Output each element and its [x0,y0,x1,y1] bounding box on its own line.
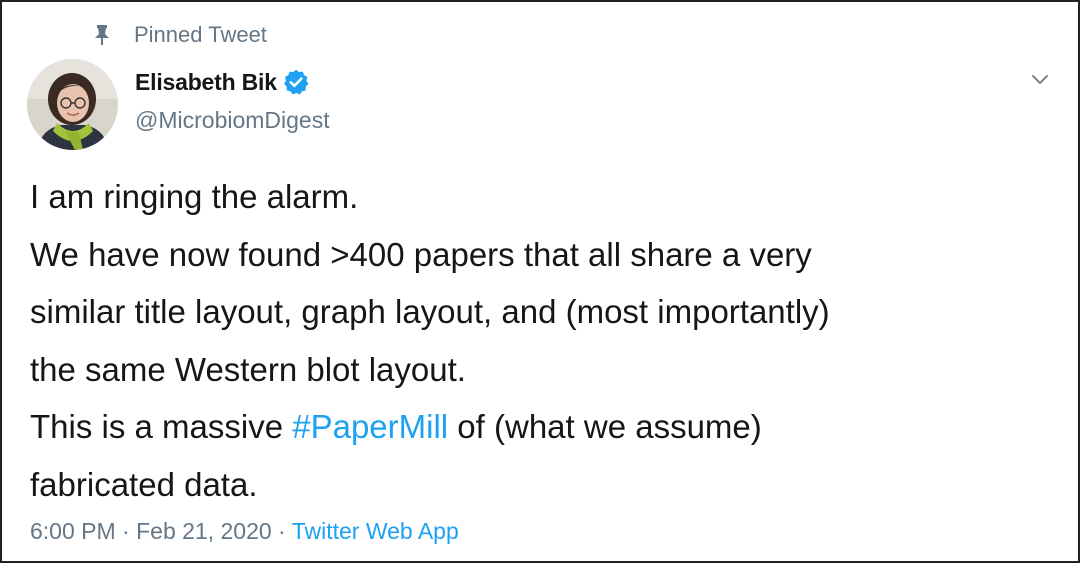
separator: · [271,518,292,544]
avatar-photo [27,59,118,150]
tweet-line: the same Western blot layout. [30,350,466,388]
author-name-row[interactable]: Elisabeth Bik [135,68,310,96]
display-name[interactable]: Elisabeth Bik [135,69,277,96]
avatar[interactable] [27,59,118,150]
chevron-down-icon[interactable] [1028,68,1052,92]
tweet-source-link[interactable]: Twitter Web App [292,518,459,544]
hashtag-link[interactable]: #PaperMill [292,408,448,445]
tweet-text-segment: of (what we assume) [448,408,762,445]
pin-icon [95,25,109,45]
tweet-metadata: 6:00 PM · Feb 21, 2020 · Twitter Web App [30,518,459,545]
separator: · [115,518,137,544]
tweet-text-segment: This is a massive [30,408,293,445]
tweet-line: I am ringing the alarm. [30,178,359,215]
tweet-text: I am ringing the alarm. We have now foun… [30,168,1060,513]
tweet-line: similar title layout, graph layout, and … [30,293,830,330]
tweet-line: This is a massive #PaperMill of (what we… [30,398,1060,456]
tweet-line: fabricated data. [30,465,258,503]
author-handle[interactable]: @MicrobiomDigest [135,107,330,134]
tweet-card[interactable]: Pinned Tweet Elisabeth Bik @MicrobiomDig… [0,0,1080,563]
pinned-label: Pinned Tweet [134,22,267,47]
tweet-time[interactable]: 6:00 PM [30,518,116,544]
verified-badge-icon [284,69,309,95]
tweet-line: We have now found >400 papers that all s… [30,235,812,273]
tweet-date[interactable]: Feb 21, 2020 [136,518,272,544]
